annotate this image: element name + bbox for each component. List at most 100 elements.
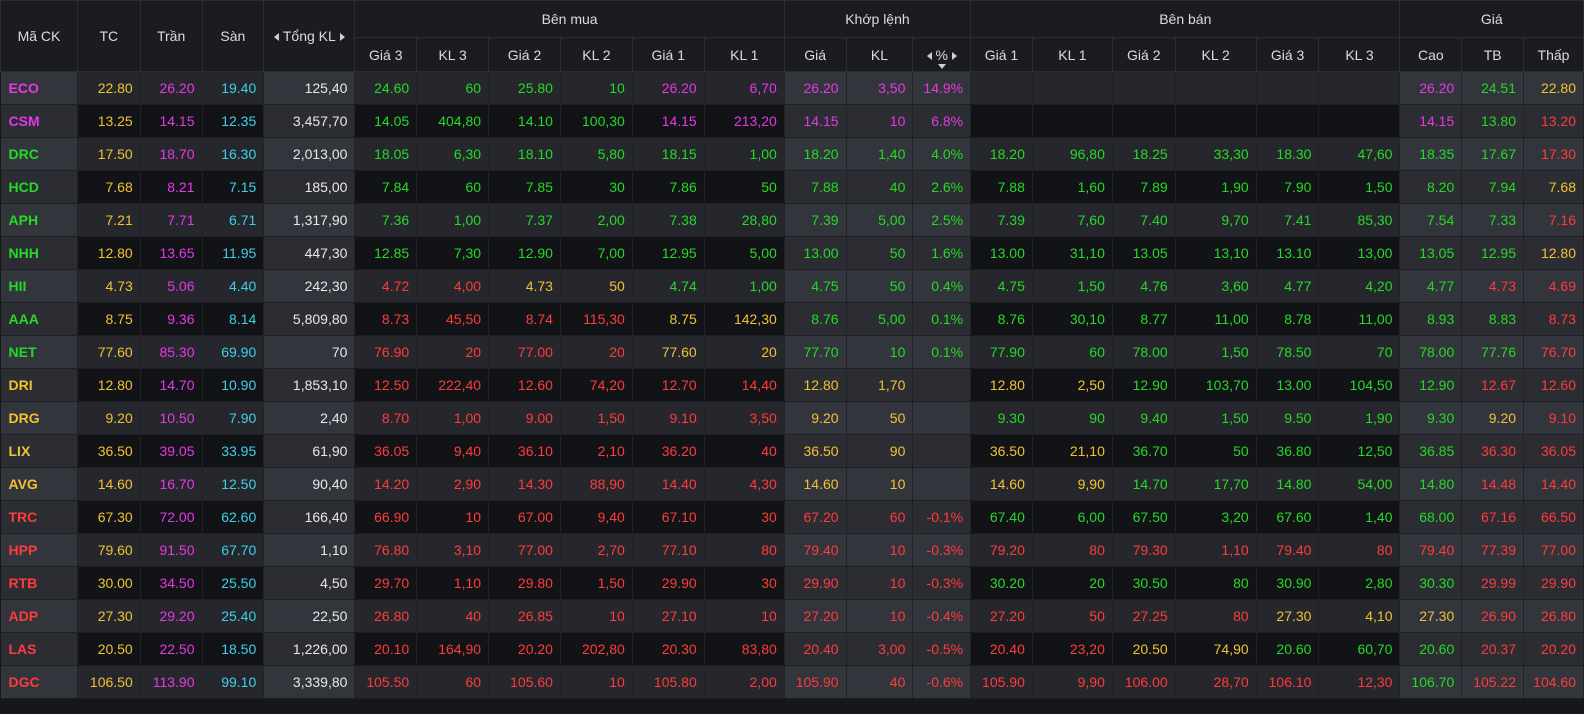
table-cell: 50 xyxy=(846,236,914,270)
table-row[interactable]: HPP 79.60 91.50 67.70 1,10 76.80 3,10 77.00 2,70… xyxy=(0,533,1584,567)
table-row[interactable]: DRG 9.20 10.50 7.90 2,40 8.70 1,00 9.00 1,50 9.10… xyxy=(0,401,1584,435)
table-cell: 14.9% xyxy=(912,71,972,105)
symbol-cell[interactable]: HII xyxy=(0,269,78,303)
table-row[interactable]: APH 7.21 7.71 6.71 1,317,90 7.36 1,00 7.37 2,00 7… xyxy=(0,203,1584,237)
symbol-cell[interactable]: RTB xyxy=(0,566,78,600)
table-cell: 10.90 xyxy=(202,368,265,402)
symbol-cell[interactable]: DRI xyxy=(0,368,78,402)
table-cell: 60 xyxy=(1032,335,1113,369)
col-match-vol[interactable]: KL xyxy=(845,37,914,72)
table-cell: 11,00 xyxy=(1175,302,1257,336)
table-cell: 20 xyxy=(416,335,490,369)
table-row[interactable]: CSM 13.25 14.15 12.35 3,457,70 14.05 404,80 14.… xyxy=(0,104,1584,138)
scroll-left-icon[interactable] xyxy=(273,33,279,42)
table-cell: 14.70 xyxy=(1112,467,1176,501)
table-row[interactable]: HII 4.73 5.06 4.40 242,30 4.72 4,00 4.73 50 4.74 1… xyxy=(0,269,1584,303)
table-cell: 5.06 xyxy=(140,269,203,303)
scroll-left-icon[interactable] xyxy=(926,51,932,60)
scroll-right-icon[interactable] xyxy=(339,33,345,42)
symbol-cell[interactable]: DRC xyxy=(0,137,78,171)
symbol-cell[interactable]: AAA xyxy=(0,302,78,336)
symbol-cell[interactable]: ECO xyxy=(0,71,78,105)
table-cell: 17,70 xyxy=(1175,467,1257,501)
table-cell: 67.16 xyxy=(1461,500,1525,534)
table-cell: 4.73 xyxy=(77,269,141,303)
col-price-2[interactable]: Thấp xyxy=(1523,37,1584,72)
table-cell: 13.00 xyxy=(1256,368,1320,402)
table-row[interactable]: ECO 22.80 26.20 19.40 125,40 24.60 60 25.80 10 26… xyxy=(0,71,1584,105)
table-cell: 1,70 xyxy=(846,368,914,402)
symbol-cell[interactable]: LIX xyxy=(0,434,78,468)
table-row[interactable]: TRC 67.30 72.00 62.60 166,40 66.90 10 67.00 9,40… xyxy=(0,500,1584,534)
table-cell: 8.76 xyxy=(970,302,1033,336)
col-price-1[interactable]: TB xyxy=(1461,37,1525,72)
symbol-cell[interactable]: HCD xyxy=(0,170,78,204)
col-buy-4[interactable]: Giá 1 xyxy=(631,37,705,72)
table-cell: 18.20 xyxy=(784,137,847,171)
col-buy-0[interactable]: Giá 3 xyxy=(354,37,418,72)
table-row[interactable]: LIX 36.50 39.05 33.95 61,90 36.05 9,40 36.10 2,1… xyxy=(0,434,1584,468)
table-cell: 202,80 xyxy=(560,632,633,666)
table-row[interactable]: NET 77.60 85.30 69.90 70 76.90 20 77.00 20 77.60 2… xyxy=(0,335,1584,369)
table-cell: 27.30 xyxy=(1256,599,1320,633)
col-match-pct[interactable]: % xyxy=(912,37,972,72)
col-tc[interactable]: TC xyxy=(76,0,141,72)
table-row[interactable]: DRI 12.80 14.70 10.90 1,853,10 12.50 222,40 12.… xyxy=(0,368,1584,402)
table-cell: 4.77 xyxy=(1256,269,1320,303)
table-cell: 7,60 xyxy=(1032,203,1113,237)
col-price-0[interactable]: Cao xyxy=(1399,37,1463,72)
table-row[interactable]: NHH 12.80 13.65 11.95 447,30 12.85 7,30 12.90 7,… xyxy=(0,236,1584,270)
col-sell-4[interactable]: Giá 3 xyxy=(1255,37,1320,72)
table-row[interactable]: RTB 30.00 34.50 25.50 4,50 29.70 1,10 29.80 1,50… xyxy=(0,566,1584,600)
table-row[interactable]: HCD 7.68 8.21 7.15 185,00 7.84 60 7.85 30 7.86 50 7… xyxy=(0,170,1584,204)
col-sell-5[interactable]: KL 3 xyxy=(1318,37,1401,72)
symbol-cell[interactable]: DGC xyxy=(0,665,78,699)
symbol-cell[interactable]: NET xyxy=(0,335,78,369)
table-cell: 2.6% xyxy=(912,170,972,204)
table-cell: 29.90 xyxy=(1523,566,1584,600)
table-row[interactable]: DGC 106.50 113.90 99.10 3,339,80 105.50 60 105.… xyxy=(0,665,1584,699)
col-buy-5[interactable]: KL 1 xyxy=(703,37,785,72)
table-cell: 9,40 xyxy=(560,500,633,534)
table-cell: 45,50 xyxy=(416,302,490,336)
symbol-cell[interactable]: APH xyxy=(0,203,78,237)
col-sell-3[interactable]: KL 2 xyxy=(1174,37,1257,72)
table-row[interactable]: AVG 14.60 16.70 12.50 90,40 14.20 2,90 14.30 88,… xyxy=(0,467,1584,501)
table-row[interactable]: DRC 17.50 18.70 16.30 2,013,00 18.05 6,30 18.10… xyxy=(0,137,1584,171)
col-match-price[interactable]: Giá xyxy=(783,37,847,72)
col-ma-ck[interactable]: Mã CK xyxy=(0,0,78,72)
table-cell: 1,00 xyxy=(704,269,785,303)
col-san[interactable]: Sàn xyxy=(201,0,265,72)
table-cell xyxy=(912,368,972,402)
table-cell: 77.90 xyxy=(970,335,1033,369)
table-cell: 25.40 xyxy=(202,599,265,633)
col-sell-2[interactable]: Giá 2 xyxy=(1111,37,1176,72)
symbol-cell[interactable]: LAS xyxy=(0,632,78,666)
col-buy-1[interactable]: KL 3 xyxy=(416,37,490,72)
table-cell: 67.70 xyxy=(202,533,265,567)
symbol-cell[interactable]: ADP xyxy=(0,599,78,633)
symbol-cell[interactable]: TRC xyxy=(0,500,78,534)
table-cell: 13.05 xyxy=(1112,236,1176,270)
symbol-cell[interactable]: NHH xyxy=(0,236,78,270)
col-sell-1[interactable]: KL 1 xyxy=(1031,37,1113,72)
table-row[interactable]: AAA 8.75 9.36 8.14 5,809,80 8.73 45,50 8.74 115,… xyxy=(0,302,1584,336)
col-buy-3[interactable]: KL 2 xyxy=(559,37,633,72)
table-row[interactable]: LAS 20.50 22.50 18.50 1,226,00 20.10 164,90 20.… xyxy=(0,632,1584,666)
col-sell-0[interactable]: Giá 1 xyxy=(970,37,1033,72)
symbol-cell[interactable]: CSM xyxy=(0,104,78,138)
col-buy-2[interactable]: Giá 2 xyxy=(488,37,561,72)
table-cell: 104.60 xyxy=(1523,665,1584,699)
table-cell: 17.67 xyxy=(1461,137,1525,171)
col-tong-kl[interactable]: Tổng KL xyxy=(263,0,356,72)
table-row[interactable]: ADP 27.30 29.20 25.40 22,50 26.80 40 26.85 10 27.… xyxy=(0,599,1584,633)
table-cell: 26.20 xyxy=(140,71,203,105)
table-cell: 6.8% xyxy=(912,104,972,138)
symbol-cell[interactable]: DRG xyxy=(0,401,78,435)
symbol-cell[interactable]: HPP xyxy=(0,533,78,567)
table-cell: 166,40 xyxy=(263,500,356,534)
symbol-cell[interactable]: AVG xyxy=(0,467,78,501)
col-tran[interactable]: Trần xyxy=(139,0,203,72)
scroll-right-icon[interactable] xyxy=(951,51,957,60)
table-cell: 3,00 xyxy=(846,632,914,666)
